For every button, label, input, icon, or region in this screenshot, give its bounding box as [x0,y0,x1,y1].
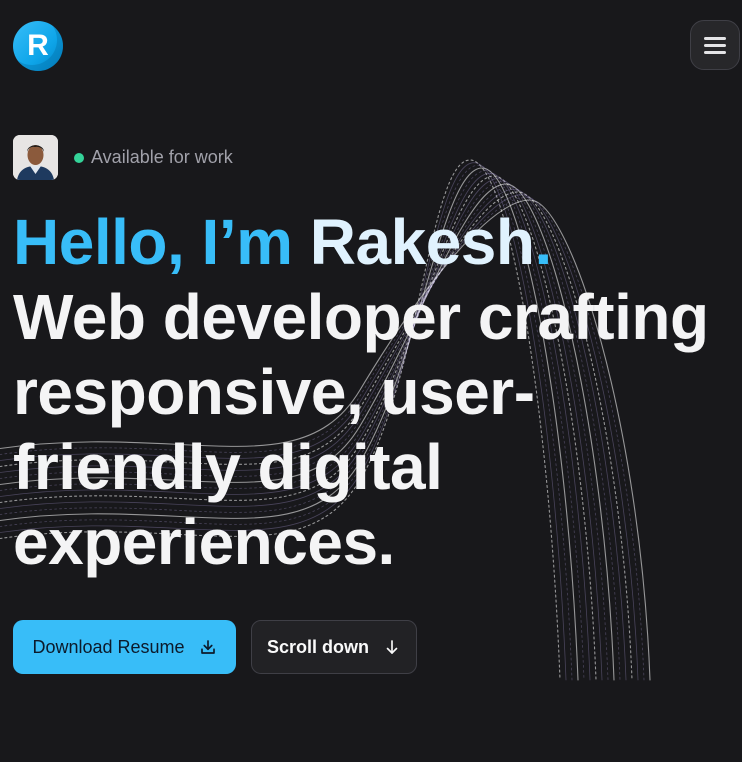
download-icon [199,638,217,656]
hero-heading: Hello, I’m Rakesh. Web developer craftin… [13,205,733,580]
hero-tagline: Web developer crafting responsive, user-… [13,281,709,578]
hero-greeting-line: Hello, I’m Rakesh. [13,205,733,280]
hamburger-icon [704,36,726,40]
download-resume-label: Download Resume [32,636,185,657]
arrow-down-icon [383,638,401,656]
availability-status: Available for work [74,147,233,168]
avatar [13,135,58,180]
status-text: Available for work [91,147,233,167]
scroll-down-label: Scroll down [266,636,369,657]
hero-name: Rakesh [309,206,535,278]
hero-greeting: Hello, I’m [13,206,310,278]
hero-period: . [534,206,552,278]
logo-letter: R [27,29,49,62]
status-dot [74,152,84,163]
brand-logo[interactable]: R [13,21,63,71]
download-resume-button[interactable]: Download Resume [13,620,236,674]
scroll-down-button[interactable]: Scroll down [251,620,417,674]
menu-button[interactable] [690,20,740,70]
